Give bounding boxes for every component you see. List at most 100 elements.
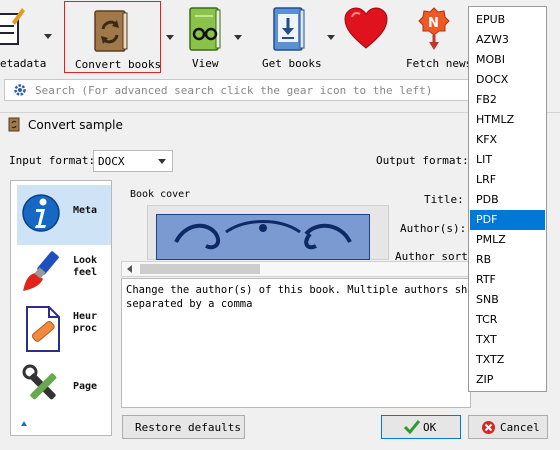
dropdown-option-label: LRF (476, 173, 497, 186)
dropdown-option-label: SNB (476, 293, 499, 306)
help-text-box: Change the author(s) of this book. Multi… (121, 278, 486, 408)
gear-icon[interactable] (13, 83, 27, 97)
sidebar-item-metadata[interactable]: Meta (17, 185, 111, 245)
dropdown-option-label: TCR (476, 313, 498, 326)
get-books-icon (273, 7, 305, 51)
dropdown-option-label: PDB (476, 193, 499, 206)
fetch-news-button[interactable]: N Fetch news (400, 0, 472, 74)
sidebar-item-metadata-label: Meta (73, 205, 98, 216)
svg-text:N: N (428, 16, 439, 31)
sidebar-item-heuristic[interactable]: Heur proc (17, 305, 111, 365)
dropdown-option-epub[interactable]: EPUB (470, 10, 545, 30)
book-cover-image (156, 214, 370, 260)
dropdown-option-label: MOBI (476, 53, 505, 66)
edit-metadata-label: etadata (0, 57, 47, 70)
dropdown-option-snb[interactable]: SNB (470, 290, 545, 310)
dropdown-option-label: RB (476, 253, 492, 266)
horizontal-scrollbar[interactable] (121, 261, 471, 277)
dropdown-option-label: PDF (476, 213, 498, 226)
output-format-label: Output format: (376, 154, 469, 167)
dropdown-option-label: RTF (476, 273, 496, 286)
sidebar-item-page-setup[interactable]: Page (17, 359, 111, 419)
dropdown-option-tcr[interactable]: TCR (470, 310, 545, 330)
dropdown-option-lit[interactable]: LIT (470, 150, 545, 170)
dropdown-option-label: KFX (476, 133, 498, 146)
dropdown-option-label: TXT (476, 333, 497, 346)
get-books-button[interactable]: Get books (258, 0, 322, 74)
document-bandage-icon (26, 306, 60, 352)
dropdown-option-label: AZW3 (476, 33, 509, 46)
dropdown-option-kfx[interactable]: KFX (470, 130, 545, 150)
edit-metadata-button[interactable]: etadata (0, 0, 55, 74)
dropdown-option-label: LIT (476, 153, 493, 166)
sidebar-item-look-feel[interactable]: Look feel (17, 245, 111, 305)
dropdown-option-label: PMLZ (476, 233, 506, 246)
heart-icon (344, 7, 388, 49)
dropdown-option-rtf[interactable]: RTF (470, 270, 545, 290)
view-button[interactable]: View (180, 0, 230, 74)
dropdown-option-lrf[interactable]: LRF (470, 170, 545, 190)
dropdown-option-zip[interactable]: ZIP (470, 370, 545, 390)
ok-button[interactable]: OK (381, 415, 461, 439)
scroll-left-arrow-icon[interactable] (127, 265, 132, 273)
options-sidebar: Meta Look feel Heur proc Page (10, 180, 112, 436)
help-text: Change the author(s) of this book. Multi… (126, 284, 486, 310)
chevron-down-icon (158, 159, 166, 164)
paintbrush-icon (23, 251, 59, 291)
sidebar-item-page-setup-label: Page (73, 381, 98, 392)
cancel-button[interactable]: Cancel (468, 415, 548, 439)
dropdown-option-pdf[interactable]: PDF (470, 210, 545, 230)
dropdown-option-fb2[interactable]: FB2 (470, 90, 545, 110)
dropdown-option-label: ZIP (476, 373, 494, 386)
view-book-icon (189, 7, 221, 51)
edit-metadata-icon (0, 8, 25, 45)
view-label: View (192, 57, 219, 70)
dropdown-option-pdb[interactable]: PDB (470, 190, 545, 210)
dropdown-option-mobi[interactable]: MOBI (470, 50, 545, 70)
dropdown-option-pmlz[interactable]: PMLZ (470, 230, 545, 250)
get-books-dropdown-arrow[interactable] (327, 35, 335, 40)
book-cover-label: Book cover (130, 189, 191, 200)
dropdown-option-txtz[interactable]: TXTZ (470, 350, 545, 370)
convert-books-label: Convert books (75, 58, 162, 71)
dropdown-option-rb[interactable]: RB (470, 250, 545, 270)
dropdown-option-label: DOCX (476, 73, 509, 86)
tools-icon (22, 364, 57, 400)
cancel-label: Cancel (500, 421, 540, 434)
dropdown-option-label: FB2 (476, 93, 497, 106)
donate-button[interactable] (340, 0, 392, 62)
dropdown-option-label: EPUB (476, 13, 506, 26)
output-format-dropdown[interactable]: EPUB AZW3 MOBI DOCX FB2 HTMLZ KFX LIT LRF PDB PDF P… (468, 6, 547, 392)
title-label: Title: (424, 193, 464, 206)
dropdown-option-htmlz[interactable]: HTMLZ (470, 110, 545, 130)
dropdown-option-label: TXTZ (476, 353, 505, 366)
restore-defaults-button[interactable]: Restore defaults (122, 415, 245, 439)
ok-label: OK (423, 421, 437, 434)
dropdown-option-txt[interactable]: TXT (470, 330, 545, 350)
convert-books-icon (94, 10, 128, 52)
metadata-dropdown-arrow[interactable] (44, 34, 52, 39)
restore-defaults-label: Restore defaults (135, 421, 241, 434)
cancel-icon (482, 421, 495, 434)
dropdown-option-label: HTMLZ (476, 113, 515, 126)
check-icon (404, 420, 420, 434)
app-book-icon (8, 117, 20, 132)
news-icon: N (418, 7, 450, 50)
search-input[interactable]: Search (For advanced search click the ge… (35, 84, 432, 97)
input-format-select[interactable]: DOCX (93, 150, 173, 172)
dropdown-option-azw3[interactable]: AZW3 (470, 30, 545, 50)
get-books-label: Get books (262, 57, 322, 70)
book-cover-frame (147, 205, 389, 260)
search-bar[interactable]: Search (For advanced search click the ge… (4, 79, 474, 101)
view-dropdown-arrow[interactable] (234, 35, 242, 40)
convert-dropdown-arrow[interactable] (166, 35, 174, 40)
sidebar-item-heuristic-label: Heur proc (73, 311, 98, 334)
sidebar-item-look-feel-label: Look feel (73, 255, 98, 278)
dropdown-option-docx[interactable]: DOCX (470, 70, 545, 90)
sidebar-scroll-indicator[interactable] (21, 421, 27, 426)
scrollbar-thumb[interactable] (140, 264, 260, 274)
fetch-news-label: Fetch news (406, 57, 473, 70)
convert-books-button[interactable]: Convert books (64, 1, 161, 73)
input-format-value: DOCX (98, 155, 125, 168)
info-icon (22, 194, 60, 232)
